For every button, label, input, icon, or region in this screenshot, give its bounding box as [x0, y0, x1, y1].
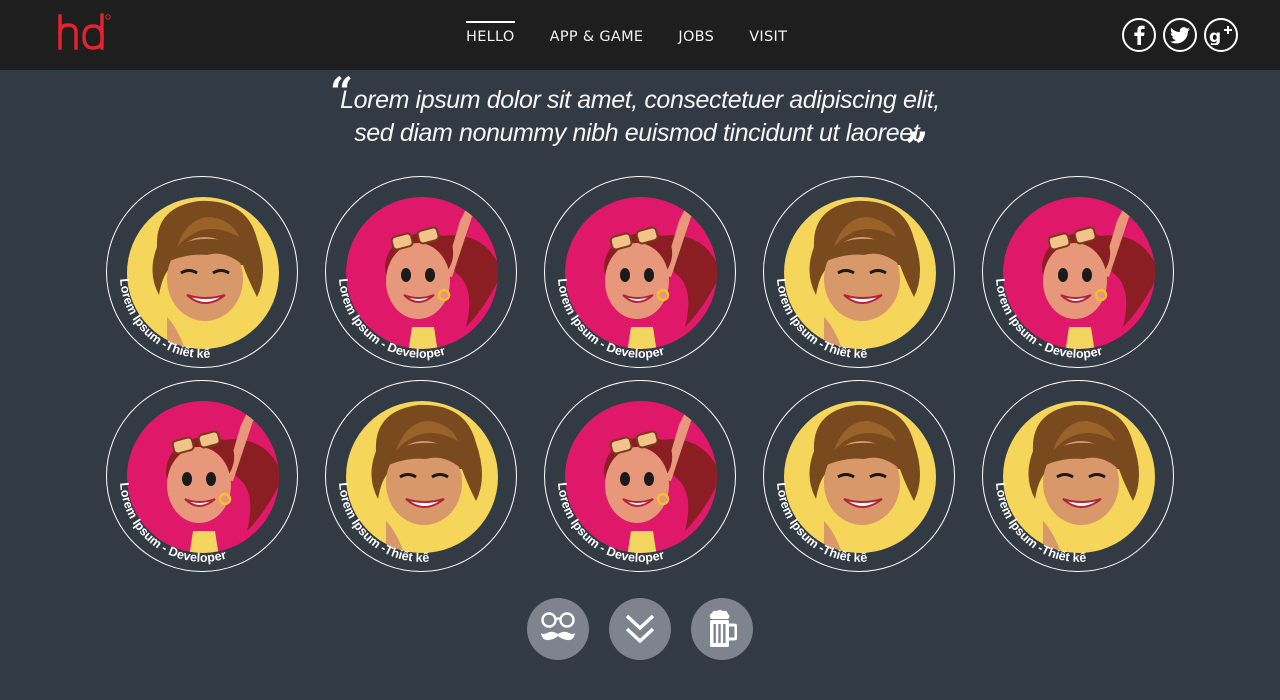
hd-logo[interactable]: [57, 12, 113, 52]
short-hair-woman-avatar: Lorem Ipsum -Thiết kế: [774, 401, 936, 565]
sunglasses-woman-avatar: Lorem Ipsum - Developer: [555, 401, 717, 565]
team-member-badge[interactable]: Lorem Ipsum -Thiết kế: [982, 380, 1174, 572]
bottom-actions: [527, 598, 773, 660]
nav-item-visit[interactable]: VISIT: [749, 25, 787, 45]
top-navigation-bar: HELLO APP & GAME JOBS VISIT g: [0, 0, 1280, 70]
double-chevron-down-icon: [625, 614, 655, 644]
team-member-badge[interactable]: Lorem Ipsum -Thiết kế: [106, 176, 298, 368]
svg-text:g: g: [1209, 27, 1221, 45]
facebook-button[interactable]: [1122, 18, 1156, 52]
beer-button[interactable]: [691, 598, 753, 660]
short-hair-woman-avatar: Lorem Ipsum -Thiết kế: [336, 401, 498, 565]
team-member-badge[interactable]: Lorem Ipsum - Developer: [544, 380, 736, 572]
short-hair-woman-avatar: Lorem Ipsum -Thiết kế: [117, 197, 279, 361]
facebook-icon: [1134, 25, 1145, 45]
quote-line-1: Lorem ipsum dolor sit amet, consectetuer…: [340, 86, 940, 114]
glasses-mustache-icon: [541, 612, 575, 641]
google-plus-button[interactable]: g: [1204, 18, 1238, 52]
team-member-badge[interactable]: Lorem Ipsum - Developer: [325, 176, 517, 368]
twitter-icon: [1170, 26, 1190, 43]
short-hair-woman-avatar: Lorem Ipsum -Thiết kế: [774, 197, 936, 361]
beer-mug-icon: [709, 610, 737, 647]
close-quote-mark: „: [906, 101, 929, 148]
team-member-badge[interactable]: Lorem Ipsum -Thiết kế: [763, 176, 955, 368]
nav-item-app-game[interactable]: APP & GAME: [550, 25, 644, 45]
team-member-badge[interactable]: Lorem Ipsum -Thiết kế: [325, 380, 517, 572]
logo-mark-icon: [58, 13, 111, 50]
scroll-down-button[interactable]: [609, 598, 671, 660]
nav-item-jobs[interactable]: JOBS: [678, 25, 714, 45]
short-hair-woman-avatar: Lorem Ipsum -Thiết kế: [993, 401, 1155, 565]
team-member-badge[interactable]: Lorem Ipsum - Developer: [106, 380, 298, 572]
sunglasses-woman-avatar: Lorem Ipsum - Developer: [555, 197, 717, 361]
google-plus-icon: g: [1209, 26, 1232, 45]
social-links: g: [1115, 18, 1238, 52]
team-member-badge[interactable]: Lorem Ipsum - Developer: [544, 176, 736, 368]
about-button[interactable]: [527, 598, 589, 660]
team-member-badge[interactable]: Lorem Ipsum -Thiết kế: [763, 380, 955, 572]
intro-quote: “ Lorem ipsum dolor sit amet, consectetu…: [0, 73, 1280, 150]
twitter-button[interactable]: [1163, 18, 1197, 52]
quote-line-2: sed diam nonummy nibh euismod tincidunt …: [354, 119, 926, 147]
main-nav: HELLO APP & GAME JOBS VISIT: [466, 0, 787, 70]
sunglasses-woman-avatar: Lorem Ipsum - Developer: [993, 197, 1155, 361]
sunglasses-woman-avatar: Lorem Ipsum - Developer: [117, 401, 279, 565]
nav-item-hello[interactable]: HELLO: [466, 21, 515, 45]
sunglasses-woman-avatar: Lorem Ipsum - Developer: [336, 197, 498, 361]
team-member-badge[interactable]: Lorem Ipsum - Developer: [982, 176, 1174, 368]
